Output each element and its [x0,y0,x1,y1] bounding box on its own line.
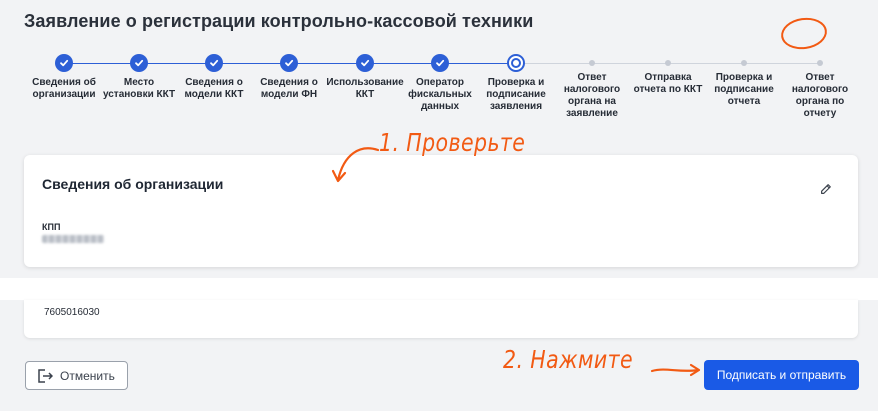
check-icon [130,54,148,72]
card-title: Сведения об организации [42,176,224,192]
kpp-label: КПП [42,222,61,232]
stepper-step: Сведения об организации [24,54,104,101]
kpp-value-blurred [42,235,104,243]
stepper-step-label: Сведения об организации [32,77,96,100]
stepper-step-label: Оператор фискальных данных [408,77,472,112]
inn-card: 7605016030 [24,300,858,338]
stepper-step-label: Отправка отчета по ККТ [633,72,703,95]
check-icon [431,54,449,72]
stepper-step: Место установки ККТ [99,54,179,101]
stepper-step: Сведения о модели ККТ [174,54,254,101]
stepper-step: Ответ налогового органа на заявление [552,54,632,120]
annotation-arrow-2 [650,363,701,377]
stepper-step-label: Ответ налогового органа по отчету [791,72,849,119]
check-icon [356,54,374,72]
stepper-step: Отправка отчета по ККТ [628,54,708,96]
pending-step-icon [817,60,823,66]
check-icon [55,54,73,72]
stepper-step: Ответ налогового органа по отчету [780,54,860,120]
check-icon [280,54,298,72]
cancel-label: Отменить [60,368,115,383]
page-title: Заявление о регистрации контрольно-кассо… [24,11,534,31]
annotation-arrow-1 [331,147,380,183]
annotation-circle [779,14,829,53]
pending-step-icon [665,60,671,66]
cropped-separator [0,278,878,300]
stepper-step: Проверка и подписание заявления [476,54,556,113]
stepper-step-label: Проверка и подписание заявления [486,77,546,112]
stepper-step-label: Место установки ККТ [102,77,176,100]
check-icon [205,54,223,72]
current-step-icon [507,54,525,72]
organization-card: Сведения об организации КПП [24,155,858,267]
edit-button[interactable] [816,178,836,198]
exit-icon [38,368,53,383]
stepper-step: Использование ККТ [325,54,405,101]
pencil-icon [820,183,831,194]
stepper-step: Сведения о модели ФН [249,54,329,101]
stepper-step-label: Сведения о модели ККТ [184,77,244,100]
stepper-step-label: Ответ налогового органа на заявление [563,72,621,119]
stepper-step: Проверка и подписание отчета [704,54,784,108]
inn-value: 7605016030 [44,307,100,318]
stepper-step-label: Проверка и подписание отчета [714,72,774,107]
stepper-step: Оператор фискальных данных [400,54,480,113]
stepper-step-label: Сведения о модели ФН [260,77,318,100]
pending-step-icon [589,60,595,66]
cancel-button[interactable]: Отменить [25,361,128,390]
annotation-step2: 2. Нажмите [503,345,633,374]
pending-step-icon [741,60,747,66]
stepper-step-label: Использование ККТ [326,77,404,100]
submit-button[interactable]: Подписать и отправить [704,360,859,390]
annotation-step1: 1. Проверьте [379,128,526,157]
